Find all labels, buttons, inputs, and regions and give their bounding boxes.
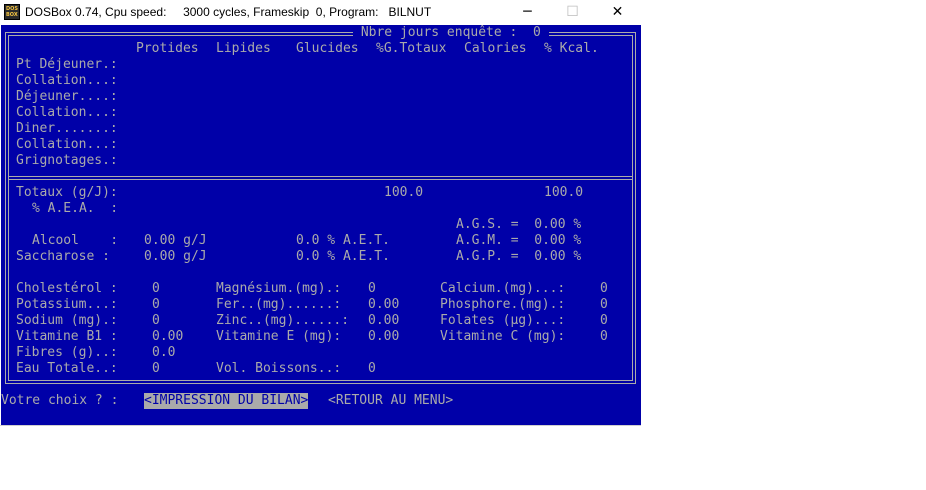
totals-gtotaux-value: 100.0 bbox=[384, 185, 424, 200]
nutrient-label: Fibres (g)..: bbox=[16, 345, 118, 360]
return-menu-option[interactable]: <RETOUR AU MENU> bbox=[328, 393, 453, 409]
sucrose-value: 0.00 g/J bbox=[144, 249, 207, 264]
col-gtotaux: %G.Totaux bbox=[376, 41, 447, 56]
meal-row-label: Collation...: bbox=[16, 137, 118, 152]
separator-inner bbox=[9, 179, 632, 180]
frame-bottom-inner bbox=[8, 380, 633, 381]
nutrient-label: Eau Totale..: bbox=[16, 361, 118, 376]
nutrient-value: 0 bbox=[152, 281, 160, 296]
col-calories: Calories bbox=[464, 41, 527, 56]
window-title: DOSBox 0.74, Cpu speed: 3000 cycles, Fra… bbox=[25, 5, 432, 19]
choice-prompt: Votre choix ? : bbox=[1, 393, 119, 408]
agp-value: A.G.P. = 0.00 % bbox=[456, 249, 582, 264]
col-kcal: % Kcal. bbox=[544, 41, 599, 56]
nutrient-value: 0 bbox=[600, 281, 608, 296]
nutrient-label: Zinc..(mg)......: bbox=[216, 313, 350, 328]
nutrient-value: 0.00 bbox=[368, 329, 400, 344]
nutrient-label: Fer..(mg)......: bbox=[216, 297, 342, 312]
nutrient-label: Magnésium.(mg).: bbox=[216, 281, 342, 296]
frame-right-inner bbox=[632, 35, 633, 381]
meal-row-label: Grignotages.: bbox=[16, 153, 118, 168]
nutrient-label: Vitamine C (mg): bbox=[440, 329, 566, 344]
alcohol-aet: 0.0 % A.E.T. bbox=[296, 233, 390, 248]
frame-left-outer bbox=[5, 32, 6, 384]
dosbox-window: DOS BOX DOSBox 0.74, Cpu speed: 3000 cyc… bbox=[0, 0, 641, 426]
nutrient-label: Vol. Boissons..: bbox=[216, 361, 342, 376]
nutrient-label: Sodium (mg).: bbox=[16, 313, 118, 328]
nutrient-label: Vitamine B1 : bbox=[16, 329, 118, 344]
meal-row-label: Pt Déjeuner.: bbox=[16, 57, 118, 72]
frame-bottom-outer bbox=[5, 383, 636, 384]
alcohol-value: 0.00 g/J bbox=[144, 233, 207, 248]
nutrient-value: 0 bbox=[600, 313, 608, 328]
nutrient-value: 0 bbox=[600, 297, 608, 312]
alcohol-label: Alcool : bbox=[32, 233, 119, 248]
nutrient-value: 0 bbox=[368, 281, 376, 296]
survey-days-title: Nbre jours enquête : 0 bbox=[353, 25, 549, 41]
nutrient-value: 0 bbox=[600, 329, 608, 344]
nutrient-value: 0.0 bbox=[152, 345, 176, 360]
frame-left-inner bbox=[8, 35, 9, 381]
totals-kcal-value: 100.0 bbox=[544, 185, 584, 200]
frame-right-outer bbox=[635, 32, 636, 384]
nutrient-label: Vitamine E (mg): bbox=[216, 329, 342, 344]
sucrose-aet: 0.0 % A.E.T. bbox=[296, 249, 390, 264]
nutrient-value: 0.00 bbox=[152, 329, 184, 344]
title-bar[interactable]: DOS BOX DOSBox 0.74, Cpu speed: 3000 cyc… bbox=[0, 0, 641, 25]
dosbox-icon-label: DOS BOX bbox=[6, 6, 19, 18]
close-button[interactable]: ✕ bbox=[595, 0, 640, 25]
nutrient-label: Cholestérol : bbox=[16, 281, 118, 296]
nutrient-value: 0 bbox=[152, 313, 160, 328]
meal-row-label: Collation...: bbox=[16, 105, 118, 120]
maximize-button[interactable]: ☐ bbox=[550, 0, 595, 25]
agm-value: A.G.M. = 0.00 % bbox=[456, 233, 582, 248]
separator-outer bbox=[9, 176, 632, 177]
nutrient-value: 0.00 bbox=[368, 313, 400, 328]
meal-row-label: Collation...: bbox=[16, 73, 118, 88]
sucrose-label: Saccharose : bbox=[16, 249, 110, 264]
dosbox-icon[interactable]: DOS BOX bbox=[4, 4, 20, 20]
nutrient-label: Calcium.(mg)...: bbox=[440, 281, 566, 296]
meal-row-label: Déjeuner....: bbox=[16, 89, 118, 104]
minimize-button[interactable]: ─ bbox=[505, 0, 550, 25]
col-glucides: Glucides bbox=[296, 41, 359, 56]
col-lipides: Lipides bbox=[216, 41, 271, 56]
nutrient-value: 0 bbox=[152, 361, 160, 376]
print-report-option[interactable]: <IMPRESSION DU BILAN> bbox=[144, 393, 309, 409]
nutrient-label: Phosphore.(mg).: bbox=[440, 297, 566, 312]
dos-screen: Nbre jours enquête : 0 Protides Lipides … bbox=[1, 25, 641, 425]
ags-value: A.G.S. = 0.00 % bbox=[456, 217, 582, 232]
nutrient-value: 0.00 bbox=[368, 297, 400, 312]
nutrient-value: 0 bbox=[152, 297, 160, 312]
col-protides: Protides bbox=[136, 41, 199, 56]
nutrient-value: 0 bbox=[368, 361, 376, 376]
totals-label: Totaux (g/J): bbox=[16, 185, 118, 200]
nutrient-label: Potassium...: bbox=[16, 297, 118, 312]
meal-row-label: Diner.......: bbox=[16, 121, 118, 136]
nutrient-label: Folates (µg)...: bbox=[440, 313, 566, 328]
aea-label: % A.E.A. : bbox=[32, 201, 119, 216]
